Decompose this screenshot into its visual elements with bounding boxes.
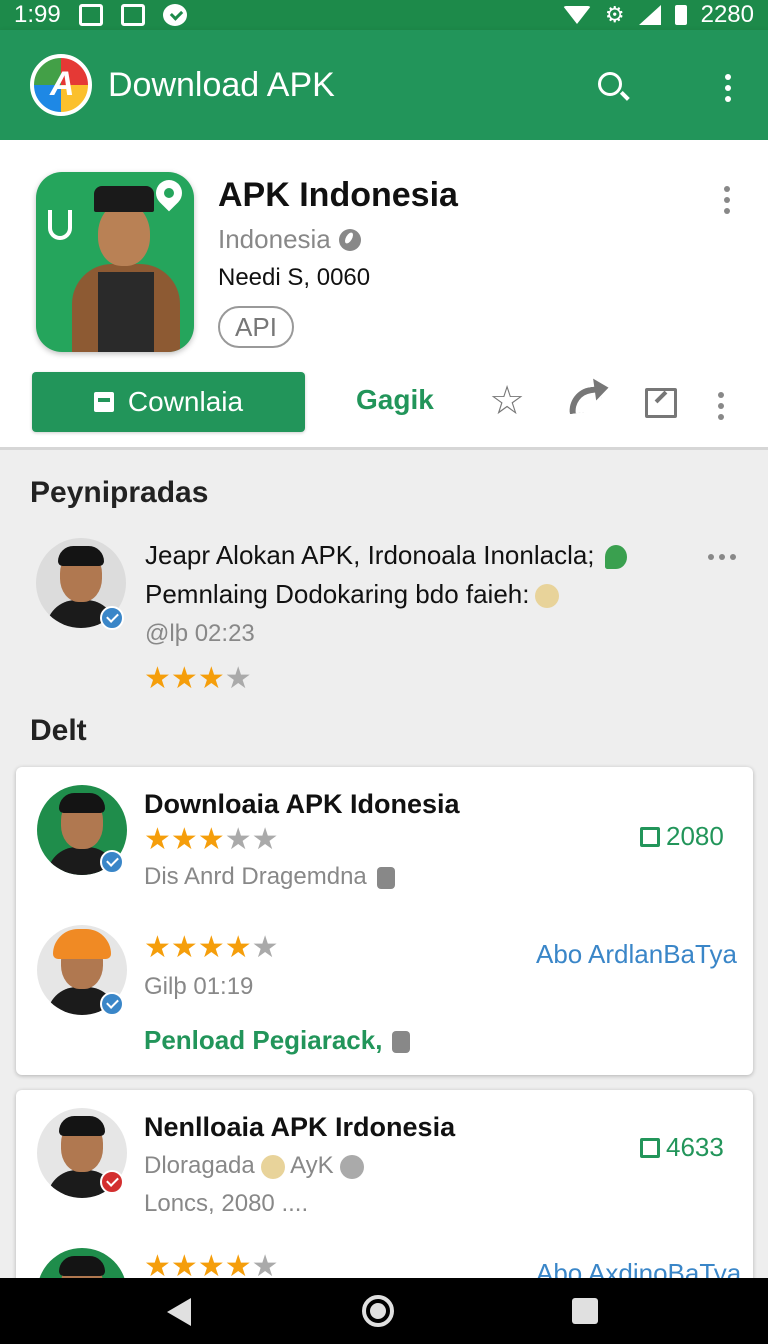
secondary-action-button[interactable]: Gagik — [356, 384, 434, 416]
item-count: 4633 — [640, 1132, 724, 1163]
star-filled-icon: ★ — [144, 662, 171, 695]
details-section-title: Delt — [30, 714, 87, 747]
app-more-icon[interactable] — [724, 186, 730, 214]
review-more-icon[interactable] — [708, 554, 736, 560]
item-subtitle: Dloragada AyK — [144, 1152, 364, 1180]
detail-card-2: Nenlloaia APK Irdonesia Dloragada AyK Lo… — [16, 1090, 753, 1338]
app-bar: Download APK — [0, 30, 768, 140]
review-rating: ★★★★ — [144, 664, 252, 694]
star-filled-icon: ★ — [170, 662, 198, 695]
item-title[interactable]: Downloaia APK Idonesia — [144, 789, 460, 820]
battery-value: 2280 — [700, 1, 754, 28]
settings-status-icon: ⚙ — [604, 2, 625, 27]
search-icon[interactable] — [598, 72, 622, 96]
device-icon — [376, 866, 395, 889]
verified-badge-icon — [100, 992, 124, 1016]
app-developer[interactable]: Indonesia — [218, 224, 361, 255]
download-button[interactable]: Cownlaia — [32, 372, 305, 432]
star-filled-icon: ★ — [224, 931, 252, 964]
item-action[interactable]: Penload Pegiarack, — [144, 1025, 411, 1056]
status-badge-icon — [100, 1170, 124, 1194]
share-icon[interactable] — [566, 385, 604, 415]
smile-emoji-icon — [535, 584, 560, 609]
home-icon[interactable] — [362, 1295, 394, 1327]
back-icon[interactable] — [167, 1298, 191, 1326]
actions-more-icon[interactable] — [718, 392, 724, 420]
app-name: APK Indonesia — [218, 176, 458, 214]
app-bar-title: Download APK — [108, 65, 335, 104]
star-filled-icon: ★ — [197, 662, 225, 695]
wifi-icon — [562, 6, 591, 24]
green-emoji-icon — [604, 545, 627, 570]
detail-card-1: Downloaia APK Idonesia ★★★★★ Dis Anrd Dr… — [16, 767, 753, 1075]
app-icon — [36, 172, 194, 352]
download-button-label: Cownlaia — [127, 386, 244, 417]
item-title[interactable]: Nenlloaia APK Irdonesia — [144, 1112, 455, 1143]
item-meta: Loncs, 2080 .... — [144, 1190, 309, 1217]
image-notification-icon — [78, 4, 103, 26]
reviews-section-title: Peynipradas — [30, 476, 209, 509]
smile-emoji-icon — [260, 1154, 285, 1179]
location-pin-icon — [150, 174, 188, 212]
overflow-menu-icon[interactable] — [725, 74, 731, 102]
device-icon — [392, 1031, 411, 1054]
thumbs-up-icon — [640, 1137, 660, 1158]
star-empty-icon: ★ — [251, 823, 279, 856]
star-filled-icon: ★ — [197, 931, 225, 964]
app-logo-icon[interactable] — [30, 54, 92, 116]
star-filled-icon: ★ — [144, 823, 171, 856]
api-chip[interactable]: API — [218, 306, 294, 348]
battery-icon — [674, 5, 687, 25]
status-bar: 1:99 ⚙ 2280 — [0, 0, 768, 30]
review-text-line2: Pemnlaing Dodokaring bdo faieh: — [145, 579, 560, 610]
review-meta: @lþ 02:23 — [145, 620, 255, 647]
review-text-line1: Jeapr Alokan APK, Irdonoala Inonlacla; — [145, 540, 627, 571]
item-meta: Gilþ 01:19 — [144, 973, 254, 1000]
app-date: Needi S, 0060 — [218, 264, 371, 291]
signal-icon — [638, 5, 661, 25]
developer-name: Indonesia — [218, 224, 331, 254]
thumbs-up-icon — [640, 826, 660, 847]
app-header-card: APK Indonesia Indonesia Needi S, 0060 AP… — [0, 140, 768, 450]
star-empty-icon: ★ — [251, 931, 279, 964]
leaf-icon — [338, 228, 361, 251]
copyright-icon — [339, 1154, 364, 1179]
star-filled-icon: ★ — [197, 823, 225, 856]
star-filled-icon: ★ — [170, 931, 198, 964]
item-rating: ★★★★★ — [144, 933, 279, 963]
navigation-bar — [0, 1278, 768, 1344]
recents-icon[interactable] — [572, 1298, 598, 1324]
star-empty-icon: ★ — [224, 823, 252, 856]
edit-icon[interactable] — [645, 388, 677, 418]
status-time: 1:99 — [14, 1, 61, 28]
app-notification-icon — [120, 4, 145, 26]
verified-badge-icon — [100, 606, 124, 630]
verified-badge-icon — [100, 850, 124, 874]
star-empty-icon: ★ — [224, 662, 252, 695]
star-filled-icon: ★ — [170, 823, 198, 856]
download-icon — [93, 392, 114, 412]
check-notification-icon — [162, 4, 187, 26]
star-filled-icon: ★ — [144, 931, 171, 964]
item-link[interactable]: Abo ArdlanBaTya — [536, 939, 737, 970]
item-count: 2080 — [640, 821, 724, 852]
item-rating: ★★★★★ — [144, 825, 279, 855]
star-icon[interactable]: ☆ — [487, 378, 527, 424]
item-subtitle: Dis Anrd Dragemdna — [144, 863, 395, 891]
